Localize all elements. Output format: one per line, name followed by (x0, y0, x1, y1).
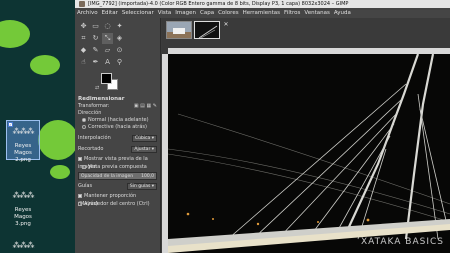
check-icon: ✓ (8, 122, 13, 127)
transform-mode-buttons[interactable]: ▣ ▤ ▦ ✎ (134, 103, 157, 109)
interpolation-select[interactable]: Cúbica ▾ (131, 134, 157, 142)
crop-icon[interactable]: ⌗ (78, 33, 89, 44)
desktop-file-label: Reyes Magos 3.png (14, 207, 32, 227)
smudge-icon[interactable]: ☝ (78, 57, 89, 68)
menu-herramientas[interactable]: Herramientas (243, 8, 280, 18)
menu-imagen[interactable]: Imagen (175, 8, 196, 18)
clipping-select[interactable]: Ajustar ▾ (131, 145, 157, 153)
image-tab-thumbnail (195, 22, 219, 38)
desktop: ✓ ⁂⁂⁂ Reyes Magos 2.png ⁂⁂⁂ Reyes Magos … (0, 0, 75, 253)
menu-colores[interactable]: Colores (218, 8, 239, 18)
clipping-label: Recortado (78, 146, 104, 152)
checkbox-icon (78, 201, 82, 206)
green-blob (0, 20, 30, 48)
rotate-icon[interactable]: ↻ (90, 33, 101, 44)
guides-value: Sin guías (129, 183, 151, 189)
interpolation-value: Cúbica (134, 135, 151, 141)
desktop-file-icon[interactable]: ✓ ⁂⁂⁂ Reyes Magos 2.png (6, 120, 40, 163)
bridge-photo (168, 54, 450, 253)
menu-vista[interactable]: Vista (158, 8, 172, 18)
canvas-image[interactable]: XATAKA BASICS (168, 54, 450, 253)
menu-seleccionar[interactable]: Seleccionar (122, 8, 154, 18)
opacity-value: 100,0 (141, 174, 154, 179)
brush-icon[interactable]: ✎ (90, 45, 101, 56)
tool-options-panel: Redimensionar Transformar: ▣ ▤ ▦ ✎ Direc… (75, 96, 160, 208)
menu-ayuda[interactable]: Ayuda (334, 8, 351, 18)
desktop-file-icon[interactable]: ⁂⁂⁂ Reyes Magos 3.png (6, 185, 40, 227)
warp-icon[interactable]: ◈ (114, 33, 125, 44)
guides-row: Guías Sin guías ▾ (78, 182, 157, 190)
opacity-label: Opacidad de la imagen (81, 174, 134, 179)
interpolation-label: Interpolación (78, 135, 111, 141)
green-blob (50, 165, 70, 179)
path-icon[interactable]: ✒ (90, 57, 101, 68)
direction-corrective-option[interactable]: Corrective (hacia atrás) (78, 124, 157, 131)
clipping-value: Ajustar (134, 146, 151, 152)
image-tab-thumbnail (167, 22, 191, 38)
watermark: XATAKA BASICS (360, 237, 444, 247)
opacity-slider[interactable]: Opacidad de la imagen 100,0 (78, 172, 157, 180)
menu-archivo[interactable]: Archivo (77, 8, 98, 18)
around-center-label: Alrededor del centro (Ctrl) (84, 201, 150, 207)
guides-select[interactable]: Sin guías ▾ (126, 182, 157, 190)
checkbox-icon (78, 156, 82, 161)
radio-icon (82, 124, 86, 129)
toolbox-dock: ✥ ▭ ◌ ✦ ⌗ ↻ ⤡ ◈ ◆ ✎ ▱ ⊙ ☝ ✒ A ⚲ ⇄ Redime… (75, 18, 161, 253)
transform-label: Transformar: (78, 103, 110, 109)
zoom-icon[interactable]: ⚲ (114, 57, 125, 68)
eraser-icon[interactable]: ▱ (102, 45, 113, 56)
color-swatches: ⇄ (75, 71, 160, 95)
gimp-app-icon (79, 1, 85, 7)
clone-icon[interactable]: ⊙ (114, 45, 125, 56)
interpolation-row: Interpolación Cúbica ▾ (78, 134, 157, 142)
radio-icon (82, 117, 86, 122)
fill-icon[interactable]: ◆ (78, 45, 89, 56)
image-tab-active[interactable] (194, 21, 220, 39)
composited-preview-label: Vista previa compuesta (88, 164, 147, 170)
menu-filtros[interactable]: Filtros (284, 8, 300, 18)
scale-icon[interactable]: ⤡ (102, 33, 113, 44)
menu-capa[interactable]: Capa (200, 8, 214, 18)
transform-row: Transformar: ▣ ▤ ▦ ✎ (78, 102, 157, 110)
desktop-file-label: Reyes Magos 2.png (14, 143, 32, 163)
menu-ventanas[interactable]: Ventanas (304, 8, 329, 18)
text-icon[interactable]: A (102, 57, 113, 68)
image-tabs: ✕ (162, 18, 450, 48)
direction-normal-label: Normal (hacia adelante) (88, 117, 149, 123)
window-title: [IMG_7792] (importada)-4.0 (Color RGB En… (88, 1, 349, 7)
direction-normal-option[interactable]: Normal (hacia adelante) (78, 117, 157, 124)
desktop-file-icon[interactable]: ⁂⁂⁂ (6, 235, 40, 253)
image-tab[interactable] (166, 21, 192, 39)
file-thumbnail: ⁂⁂⁂ (12, 191, 35, 200)
direction-corrective-label: Corrective (hacia atrás) (88, 124, 147, 130)
menu-editar[interactable]: Editar (102, 8, 118, 18)
checkbox-icon (78, 193, 82, 198)
fuzzy-select-icon[interactable]: ✦ (114, 21, 125, 32)
composited-preview-checkbox[interactable]: Vista previa compuesta (78, 163, 157, 171)
show-preview-checkbox[interactable]: Mostrar vista previa de la imagen (78, 155, 157, 170)
lasso-icon[interactable]: ◌ (102, 21, 113, 32)
swap-colors-icon[interactable]: ⇄ (95, 85, 99, 91)
direction-label: Dirección (78, 110, 102, 116)
canvas-area: ✕ XATAKA BASICS (162, 18, 450, 253)
guides-label: Guías (78, 183, 93, 189)
checkbox-icon (82, 164, 86, 169)
green-blob (30, 55, 60, 75)
keep-aspect-checkbox[interactable]: Mantener proporción (Mayús) (78, 192, 157, 207)
around-center-checkbox[interactable]: Alrededor del centro (Ctrl) (78, 200, 157, 208)
gimp-window: [IMG_7792] (importada)-4.0 (Color RGB En… (75, 0, 450, 253)
menu-bar: Archivo Editar Seleccionar Vista Imagen … (75, 8, 450, 18)
toolbox: ✥ ▭ ◌ ✦ ⌗ ↻ ⤡ ◈ ◆ ✎ ▱ ⊙ ☝ ✒ A ⚲ (75, 18, 160, 71)
file-thumbnail: ⁂⁂⁂ (12, 241, 35, 250)
rect-select-icon[interactable]: ▭ (90, 21, 101, 32)
close-tab-icon[interactable]: ✕ (222, 21, 230, 29)
title-bar[interactable]: [IMG_7792] (importada)-4.0 (Color RGB En… (75, 0, 450, 8)
move-tool-icon[interactable]: ✥ (78, 21, 89, 32)
foreground-color[interactable] (101, 73, 112, 84)
clipping-row: Recortado Ajustar ▾ (78, 145, 157, 153)
green-blob (38, 120, 75, 160)
